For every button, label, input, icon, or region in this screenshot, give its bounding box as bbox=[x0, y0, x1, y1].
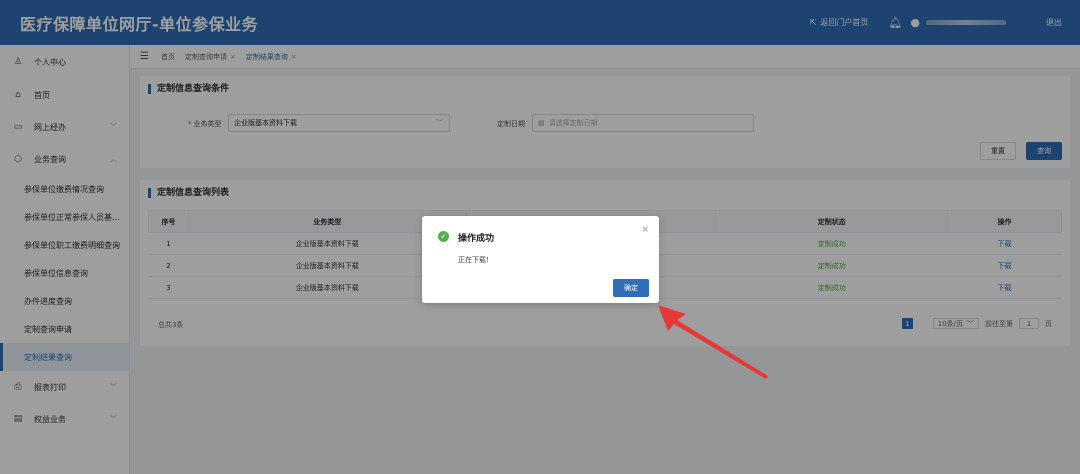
annotation-arrow bbox=[658, 305, 768, 379]
